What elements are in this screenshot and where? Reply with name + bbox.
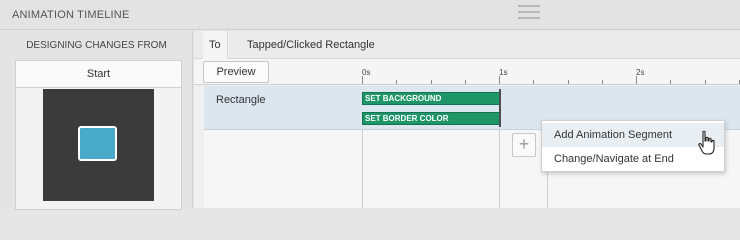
ruler-tick — [567, 80, 569, 84]
target-state-name[interactable]: Tapped/Clicked Rectangle — [247, 39, 375, 51]
ruler-tick — [464, 80, 466, 84]
track-name: Rectangle — [216, 94, 266, 106]
start-state-card[interactable]: Start — [15, 60, 182, 210]
panel-title: ANIMATION TIMELINE — [12, 9, 130, 21]
to-label: To — [203, 31, 228, 59]
ruler-tick — [636, 76, 637, 84]
ruler-tick — [396, 80, 398, 84]
preview-rectangle — [78, 126, 117, 161]
state-preview-canvas — [43, 89, 154, 201]
title-bar: ANIMATION TIMELINE — [0, 0, 740, 30]
segment-set-border-color[interactable]: SET BORDER COLOR — [362, 112, 500, 125]
ruler-tick — [670, 80, 672, 84]
ruler-label: 1s — [499, 68, 508, 77]
designing-from-panel: DESIGNING CHANGES FROM Start — [0, 31, 193, 210]
designing-from-heading: DESIGNING CHANGES FROM — [26, 40, 167, 51]
ruler-tick — [430, 80, 432, 84]
target-state-bar: To Tapped/Clicked Rectangle — [194, 31, 740, 59]
add-segment-button[interactable]: + — [512, 133, 536, 157]
segment-set-background[interactable]: SET BACKGROUND — [362, 92, 500, 105]
timeline-ruler-row: Preview 0s 1s 2s — [194, 59, 740, 85]
segment-end-handle[interactable] — [499, 89, 501, 127]
start-state-label: Start — [16, 61, 181, 88]
ruler-label: 2s — [636, 68, 645, 77]
plus-icon: + — [518, 134, 530, 154]
ruler-tick — [362, 76, 363, 84]
preview-button[interactable]: Preview — [203, 61, 269, 83]
ruler-label: 0s — [362, 68, 371, 77]
ruler-tick — [533, 80, 535, 84]
ruler-tick — [704, 80, 706, 84]
ruler-tick — [499, 76, 500, 84]
drag-handle-icon[interactable] — [518, 5, 540, 25]
hand-pointer-icon — [698, 130, 715, 155]
ruler-tick — [601, 80, 603, 84]
